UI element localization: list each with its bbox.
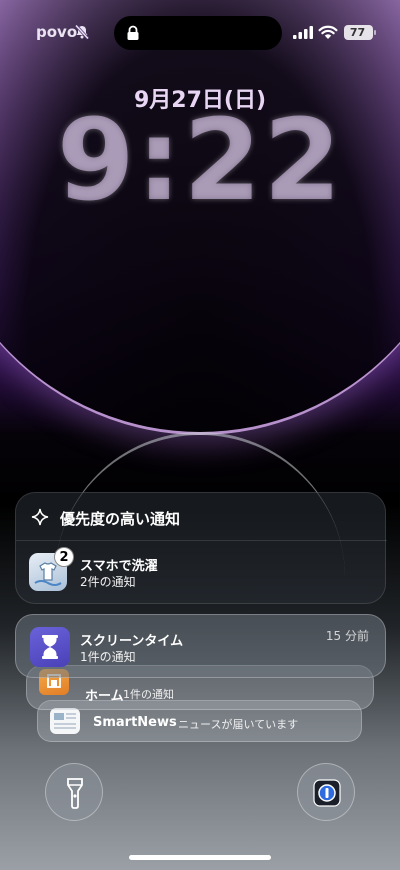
hourglass-icon [30, 627, 70, 667]
battery-icon: 77 [344, 25, 376, 40]
screen-time-app-name: スクリーンタイム [80, 634, 184, 649]
password-manager-button[interactable] [297, 763, 355, 821]
lock-clock[interactable]: 9:22 [0, 96, 400, 226]
sparkle-icon [31, 508, 49, 526]
laundry-app-name: スマホで洗濯 [80, 559, 158, 574]
flashlight-button[interactable] [45, 763, 103, 821]
flashlight-icon [67, 778, 83, 809]
home-summary: 1件の通知 [123, 688, 174, 701]
battery-level: 77 [349, 26, 366, 39]
lock-screen: povo 77 9月27日(日) 9:22 優先度の高い通知 2 スマホで洗濯 … [0, 0, 400, 870]
smartnews-app-name: SmartNews [93, 715, 177, 730]
password-manager-icon [313, 779, 341, 807]
screen-time-notification[interactable]: スクリーンタイム 1件の通知 15 分前 [15, 614, 386, 678]
priority-notifications-card[interactable]: 優先度の高い通知 2 スマホで洗濯 2件の通知 [15, 492, 387, 604]
laundry-summary: 2件の通知 [80, 575, 136, 589]
notification-count-badge: 2 [54, 547, 74, 567]
smartnews-summary: ニュースが届いています [178, 718, 299, 731]
lock-icon [127, 25, 139, 40]
status-bar: povo 77 [0, 16, 400, 50]
bell-slash-icon [74, 24, 90, 40]
priority-title: 優先度の高い通知 [60, 510, 181, 528]
wifi-icon [318, 25, 338, 39]
home-indicator[interactable] [129, 855, 271, 860]
priority-header: 優先度の高い通知 [16, 493, 387, 541]
home-app-name: ホーム [85, 689, 124, 704]
screen-time-summary: 1件の通知 [80, 650, 136, 664]
smartnews-icon [50, 708, 80, 734]
cellular-signal-icon [293, 26, 313, 39]
carrier-label: povo [36, 23, 78, 41]
notification-time: 15 分前 [325, 629, 369, 643]
